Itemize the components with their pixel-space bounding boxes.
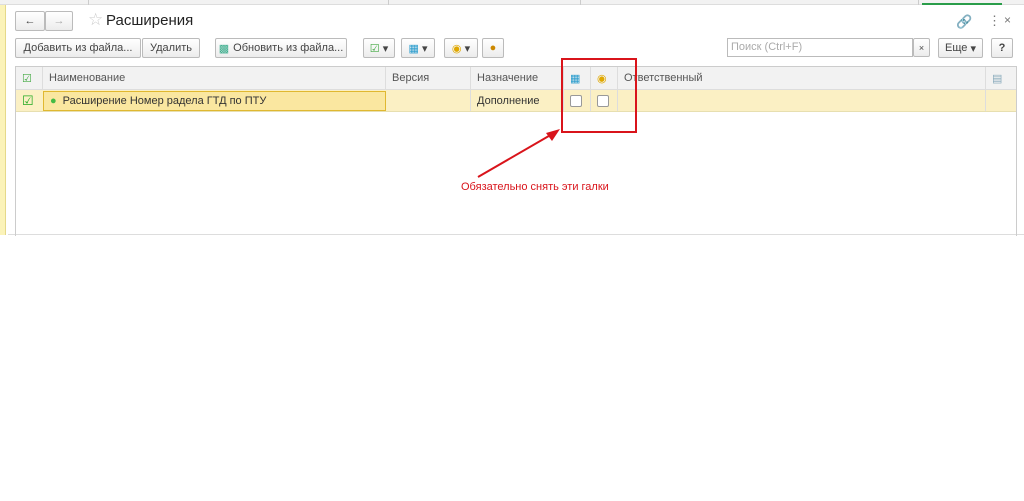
forward-button[interactable]: → xyxy=(45,11,73,31)
header-version[interactable]: Версия xyxy=(386,67,471,89)
purpose-cell: Дополнение xyxy=(471,90,564,111)
update-label: Обновить из файла... xyxy=(233,42,344,54)
header-responsible[interactable]: Ответственный xyxy=(618,67,986,89)
annotation-highlight-box xyxy=(561,58,637,133)
users-button[interactable]: ● xyxy=(482,38,504,58)
close-icon[interactable]: × xyxy=(1004,13,1011,27)
extensions-window: ← → ☆ Расширения 🔗 ⋮ × Добавить из файла… xyxy=(8,5,1024,236)
favorite-star-icon[interactable]: ☆ xyxy=(88,10,103,30)
header-active-icon[interactable]: ☑ xyxy=(16,67,43,89)
update-icon: ▩ xyxy=(218,42,230,55)
header-purpose[interactable]: Назначение xyxy=(471,67,564,89)
table-header: ☑ Наименование Версия Назначение ▦ ◉ Отв… xyxy=(16,67,1016,90)
table-row[interactable]: ☑ ● Расширение Номер радела ГТД по ПТУ Д… xyxy=(16,90,1016,112)
activity-menu-button[interactable]: ☑ ▾ xyxy=(363,38,395,58)
responsible-cell xyxy=(618,90,986,111)
user-icon: ● xyxy=(489,42,497,54)
safe-mode-icon: ▦ xyxy=(408,42,419,55)
name-cell[interactable]: ● Расширение Номер радела ГТД по ПТУ xyxy=(43,91,386,111)
shield-icon: ◉ xyxy=(451,42,462,55)
left-panel-edge xyxy=(0,5,6,235)
extension-name: Расширение Номер радела ГТД по ПТУ xyxy=(62,95,267,107)
active-checkbox[interactable]: ☑ xyxy=(16,90,43,111)
protection-menu-button[interactable]: ◉ ▾ xyxy=(444,38,478,58)
update-from-file-button[interactable]: ▩ Обновить из файла... xyxy=(215,38,347,58)
checked-box-icon: ☑ xyxy=(369,42,380,55)
annotation-arrow xyxy=(477,129,560,178)
comment-icon[interactable]: ▤ xyxy=(986,67,1017,89)
annotation-text: Обязательно снять эти галки xyxy=(461,181,609,193)
back-button[interactable]: ← xyxy=(15,11,45,31)
more-button[interactable]: Еще ▾ xyxy=(938,38,983,58)
link-icon[interactable]: 🔗 xyxy=(956,14,972,30)
page-title: Расширения xyxy=(106,12,194,29)
version-cell xyxy=(386,90,471,111)
ok-status-icon: ● xyxy=(50,95,57,107)
header-name[interactable]: Наименование xyxy=(43,67,386,89)
help-button[interactable]: ? xyxy=(991,38,1013,58)
safe-mode-menu-button[interactable]: ▦ ▾ xyxy=(401,38,435,58)
more-menu-icon[interactable]: ⋮ xyxy=(988,13,1001,29)
more-label: Еще xyxy=(945,42,968,54)
delete-button[interactable]: Удалить xyxy=(142,38,200,58)
search-input[interactable]: Поиск (Ctrl+F) xyxy=(727,38,913,57)
search-clear-button[interactable]: × xyxy=(913,38,930,57)
add-from-file-button[interactable]: Добавить из файла... xyxy=(15,38,141,58)
